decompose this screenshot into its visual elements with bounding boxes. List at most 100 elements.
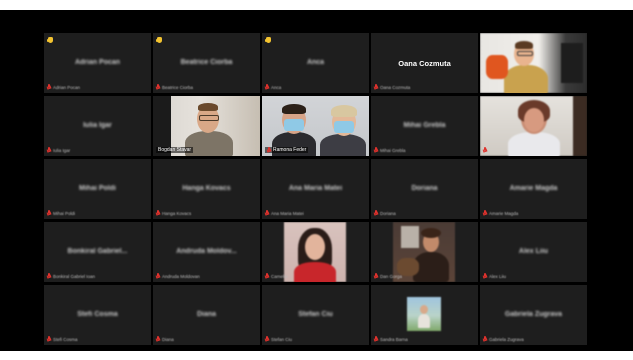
meeting-gallery-view: Adrian Pocan Adrian Pocan Beatrice Ciorb… [0,10,633,351]
participant-grid: Adrian Pocan Adrian Pocan Beatrice Ciorb… [44,33,587,345]
participant-name: Doriana [411,185,438,192]
participant-tile[interactable]: Gabriela Zugrava Gabriela Zugrava [480,285,587,345]
participant-name: Amarie Magda [509,185,558,192]
participant-tile[interactable]: Alex Liiu Alex Liiu [480,222,587,282]
participant-name: Oana Cozmuta [398,59,451,68]
participant-footer-name: Stefan Ciu [271,336,293,342]
participant-tile[interactable]: Iulia Igar Iulia Igar [44,96,151,156]
muted-mic-icon [156,210,160,216]
participant-tile[interactable]: Andruda Moldov... Andruda Moldovan [153,222,260,282]
participant-name: Iulia Igar [83,122,112,129]
participant-tile[interactable]: Stefi Cosma Stefi Cosma [44,285,151,345]
participant-tile[interactable]: Oana Cozmuta Oana Cozmuta [371,33,478,93]
muted-mic-icon [156,336,160,342]
participant-name: Gabriela Zugrava [504,311,563,318]
participant-video-tile[interactable] [480,33,587,93]
participant-label: Dan Gorga [374,272,402,280]
muted-mic-icon [156,84,160,90]
participant-tile[interactable]: Stefan Ciu Stefan Ciu [262,285,369,345]
participant-footer-name: Beatrice Ciorba [162,84,194,90]
participant-label: Oana Cozmuta [374,83,410,91]
participant-label: Ana Maria Matei [265,209,304,217]
muted-mic-icon [47,336,51,342]
participant-tile[interactable]: Beatrice Ciorba Beatrice Ciorba [153,33,260,93]
participant-label: Ramona Feder [265,146,309,154]
participant-label: Stefan Ciu [265,335,292,343]
participant-name: Stefan Ciu [298,311,333,318]
participant-footer-name: Hanga Kovacs [162,210,192,216]
muted-mic-icon [47,210,51,216]
participant-tile[interactable]: Amarie Magda Amarie Magda [480,159,587,219]
muted-mic-icon [374,84,378,90]
participant-footer-name: Bogdan Stavar [158,147,192,153]
raised-hand-icon [156,35,162,43]
participant-footer-name: Mihai Poldi [53,210,76,216]
participant-footer-name: Andruda Moldovan [162,273,200,279]
participant-label: Mihai Grebla [374,146,406,154]
participant-footer-name: Diana [162,336,174,342]
participant-label: Doriana [374,209,396,217]
participant-tile[interactable]: Adrian Pocan Adrian Pocan [44,33,151,93]
participant-name: Mihai Poldi [79,185,116,192]
participant-footer-name: Iulia Igar [53,147,71,153]
participant-footer-name: Doriana [380,210,396,216]
participant-name: Andruda Moldov... [176,248,237,255]
participant-name: Hanga Kovacs [182,185,231,192]
muted-mic-icon [265,210,269,216]
muted-mic-icon [47,147,51,153]
participant-tile[interactable]: Bonkiral Gabriel... Bonkiral Gabriel Ioa… [44,222,151,282]
participant-video-tile[interactable] [480,96,587,156]
participant-tile[interactable]: Diana Diana [153,285,260,345]
participant-footer-name: Alex Liiu [489,273,507,279]
participant-footer-name: Stefi Cosma [53,336,78,342]
participant-video-tile[interactable]: Camelia [262,222,369,282]
participant-footer-name: Dan Gorga [380,273,403,279]
participant-footer-name: Adrian Pocan [53,84,81,90]
participant-name: Alex Liiu [518,248,549,255]
muted-mic-icon [374,210,378,216]
participant-label: Bogdan Stavar [156,146,194,154]
participant-tile[interactable]: Mihai Grebla Mihai Grebla [371,96,478,156]
participant-tile[interactable]: Doriana Doriana [371,159,478,219]
participant-label: Sandra Barna [374,335,408,343]
raised-hand-icon [47,35,53,43]
participant-name: Anca [306,59,325,66]
muted-mic-icon [267,147,271,153]
muted-mic-icon [47,273,51,279]
participant-name: Bonkiral Gabriel... [67,248,128,255]
muted-mic-icon [483,273,487,279]
participant-video-tile[interactable]: Sandra Barna [371,285,478,345]
muted-mic-icon [374,336,378,342]
participant-tile[interactable]: Mihai Poldi Mihai Poldi [44,159,151,219]
raised-hand-icon [265,35,271,43]
participant-tile[interactable]: Ana Maria Matei Ana Maria Matei [262,159,369,219]
participant-footer-name: Ramona Feder [273,147,307,153]
participant-footer-name: Gabriela Zugrava [489,336,524,342]
muted-mic-icon [483,336,487,342]
participant-label: Camelia [265,272,288,280]
muted-mic-icon [156,273,160,279]
participant-footer-name: Ana Maria Matei [271,210,304,216]
participant-label: Iulia Igar [47,146,70,154]
participant-label: Andruda Moldovan [156,272,200,280]
muted-mic-icon [265,273,269,279]
muted-mic-icon [265,84,269,90]
muted-mic-icon [265,336,269,342]
participant-label: Adrian Pocan [47,83,80,91]
participant-label: Mihai Poldi [47,209,75,217]
participant-footer-name: Sandra Barna [380,336,408,342]
participant-video-tile[interactable]: Ramona Feder [262,96,369,156]
participant-label: Gabriela Zugrava [483,335,524,343]
participant-name: Ana Maria Matei [288,185,343,192]
participant-tile[interactable]: Anca Anca [262,33,369,93]
active-speaker-tile[interactable]: Bogdan Stavar [153,96,260,156]
participant-footer-name: Amarie Magda [489,210,519,216]
participant-label: Hanga Kovacs [156,209,191,217]
participant-video-tile[interactable]: Dan Gorga [371,222,478,282]
participant-label: Beatrice Ciorba [156,83,193,91]
participant-tile[interactable]: Hanga Kovacs Hanga Kovacs [153,159,260,219]
participant-footer-name: Anca [271,84,282,90]
participant-name: Diana [196,311,217,318]
participant-name: Mihai Grebla [403,122,446,129]
participant-footer-name: Camelia [271,273,288,279]
